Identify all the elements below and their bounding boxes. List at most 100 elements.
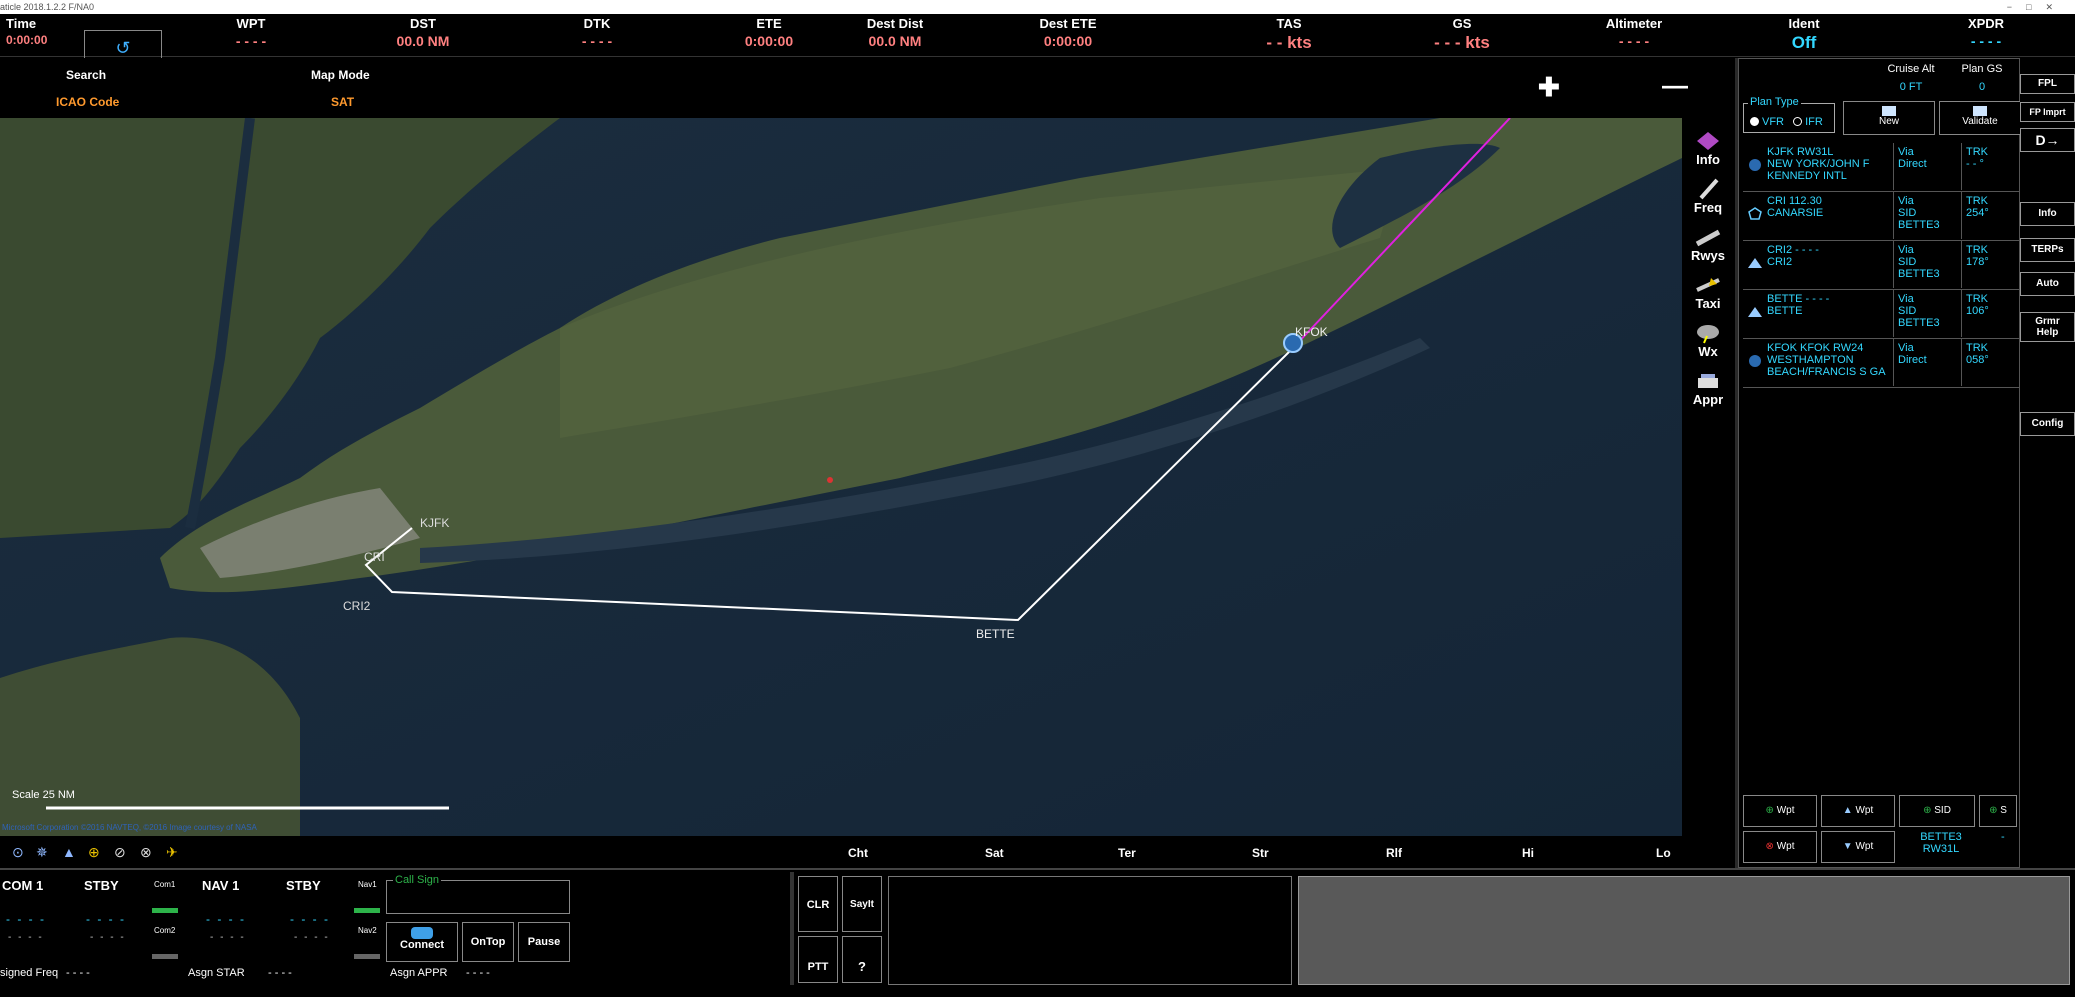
map-btn-cht[interactable]: Cht [848,846,868,860]
com2-indicator [152,954,178,959]
map-tool-rwys[interactable]: Rwys [1684,226,1732,263]
pause-button[interactable]: Pause [518,922,570,962]
panel-separator [790,872,794,985]
assigned-freq-value: - - - - [66,967,90,979]
waypoint-label-bette[interactable]: BETTE [976,627,1015,641]
move-wpt-down-button[interactable]: ▼ Wpt [1821,831,1895,863]
map-btn-ter[interactable]: Ter [1118,846,1136,860]
fpl-row-cri2[interactable]: CRI2 - - - - CRI2 Via SID BETTE3 TRK 178… [1743,241,2019,290]
add-wpt-button[interactable]: ⊕ Wpt [1743,795,1817,827]
close-icon[interactable]: ✕ [2045,2,2067,12]
com2-select[interactable]: Com2 [154,926,175,935]
intersection-filter-icon[interactable]: ▲ [62,844,76,860]
map-footer: ⊙ ✵ ▲ ⊕ ⊘ ⊗ ✈ Cht Sat Ter Str Rlf Hi Lo [0,836,1735,868]
tas-readout: TAS - - kts [1266,16,1312,52]
move-wpt-up-button[interactable]: ▲ Wpt [1821,795,1895,827]
add-sid-button[interactable]: ⊕ SID [1899,795,1975,827]
fpl-row-cri[interactable]: CRI 112.30 CANARSIE Via SID BETTE3 TRK 2… [1743,192,2019,241]
airport-filter-icon[interactable]: ⊕ [88,844,100,861]
ptt-button[interactable]: PTT [798,936,838,983]
com1-active-freq[interactable]: - - - - [6,912,46,926]
ndb-filter-icon[interactable]: ✵ [36,844,48,861]
asgn-appr-label: Asgn APPR [390,967,448,979]
map-btn-sat[interactable]: Sat [985,846,1004,860]
zoom-out-button[interactable]: — [1662,70,1688,101]
scale-label: Scale 25 NM [12,789,75,801]
terps-button[interactable]: TERPs [2020,238,2075,262]
grmr-help-button[interactable]: Grmr Help [2020,312,2075,342]
map-tool-info[interactable]: Info [1684,130,1732,167]
map-mode-selector[interactable]: SAT [331,95,354,109]
nav1-active-freq[interactable]: - - - - [206,912,246,926]
com1-select[interactable]: Com1 [154,880,175,889]
com2-standby-freq[interactable]: - - - - [90,932,126,943]
vor-filter-icon[interactable]: ⊙ [12,844,24,861]
direct-to-button[interactable]: D→ [2020,128,2075,152]
plus-circle-icon: ⊕ [1989,805,1998,816]
search-mode-selector[interactable]: ICAO Code [56,95,119,109]
plan-gs[interactable]: Plan GS 0 [1957,63,2007,93]
ifr-radio[interactable] [1793,117,1803,126]
validate-button[interactable]: Validate [1939,101,2021,135]
map-tool-freq[interactable]: Freq [1684,178,1732,215]
satellite-map[interactable]: KJFK CRI CRI2 BETTE KFOK Scale 25 NM Mic… [0,118,1682,836]
add-star-button[interactable]: ⊕ S [1979,795,2017,827]
call-sign-field[interactable]: Call Sign [386,874,570,914]
nav1-select[interactable]: Nav1 [358,880,377,889]
help-button[interactable]: ? [842,936,882,983]
zoom-in-button[interactable]: ✚ [1538,72,1560,103]
nav2-active-freq[interactable]: - - - - [210,932,246,943]
com1-stby-label: STBY [84,878,119,893]
map-tool-taxi[interactable]: Taxi [1684,274,1732,311]
ident-toggle[interactable]: Ident Off [1780,16,1828,53]
waypoint-label-cri[interactable]: CRI [364,550,385,564]
map-tool-appr[interactable]: Appr [1684,370,1732,407]
waypoint-label-cri2[interactable]: CRI2 [343,599,371,613]
procedure-readout: BETTE3 RW31L [1920,831,1962,855]
fp-import-button[interactable]: FP Imprt [2020,102,2075,122]
asgn-star-value: - - - - [268,967,292,979]
map-copyright: Microsoft Corporation ©2016 NAVTEQ, ©201… [2,823,258,832]
weather-icon [1695,322,1721,344]
fpl-button[interactable]: FPL [2020,74,2075,94]
waypoint-label-kjfk[interactable]: KJFK [420,516,449,530]
com2-active-freq[interactable]: - - - - [8,932,44,943]
ontop-button[interactable]: OnTop [462,922,514,962]
new-plan-button[interactable]: New [1843,101,1935,135]
fpl-row-bette[interactable]: BETTE - - - - BETTE Via SID BETTE3 TRK 1… [1743,290,2019,339]
map-btn-rlf[interactable]: Rlf [1386,846,1402,860]
waypoint-label-kfok[interactable]: KFOK [1295,325,1328,339]
aircraft-filter-icon[interactable]: ✈ [166,844,178,861]
map-btn-lo[interactable]: Lo [1656,846,1671,860]
dst-readout: DST 00.0 NM [396,16,450,49]
fpl-row-kfok[interactable]: KFOK KFOK RW24 WESTHAMPTON BEACH/FRANCIS… [1743,339,2019,388]
xpdr-readout[interactable]: XPDR - - - - [1962,16,2010,49]
info-icon [1695,130,1721,152]
map-canvas[interactable]: KJFK CRI CRI2 BETTE KFOK Scale 25 NM Mic… [0,118,1682,836]
nav2-select[interactable]: Nav2 [358,926,377,935]
vfr-radio[interactable] [1750,117,1759,126]
info-button[interactable]: Info [2020,202,2075,226]
sayit-button[interactable]: SayIt [842,876,882,932]
connect-button[interactable]: Connect [386,922,458,962]
map-btn-hi[interactable]: Hi [1522,846,1534,860]
config-button[interactable]: Config [2020,412,2075,436]
map-btn-str[interactable]: Str [1252,846,1269,860]
towered-airport-filter-icon[interactable]: ⊘ [114,844,126,861]
clr-button[interactable]: CLR [798,876,838,932]
nav1-standby-freq[interactable]: - - - - [290,912,330,926]
nav2-standby-freq[interactable]: - - - - [294,932,330,943]
nav1-label: NAV 1 [202,878,240,893]
fpl-row-kjfk[interactable]: KJFK RW31L NEW YORK/JOHN F KENNEDY INTL … [1743,143,2019,192]
auto-button[interactable]: Auto [2020,272,2075,296]
com1-standby-freq[interactable]: - - - - [86,912,126,926]
cruise-alt[interactable]: Cruise Alt 0 FT [1881,63,1941,93]
map-tool-wx[interactable]: Wx [1684,322,1732,359]
minimize-icon[interactable]: − [2007,2,2026,12]
gs-readout: GS - - - kts [1434,16,1490,52]
maximize-icon[interactable]: □ [2026,2,2045,12]
delete-wpt-button[interactable]: ⊗ Wpt [1743,831,1817,863]
heliport-filter-icon[interactable]: ⊗ [140,844,152,861]
wpt-readout: WPT - - - - [235,16,267,49]
airport-icon [1749,355,1761,367]
